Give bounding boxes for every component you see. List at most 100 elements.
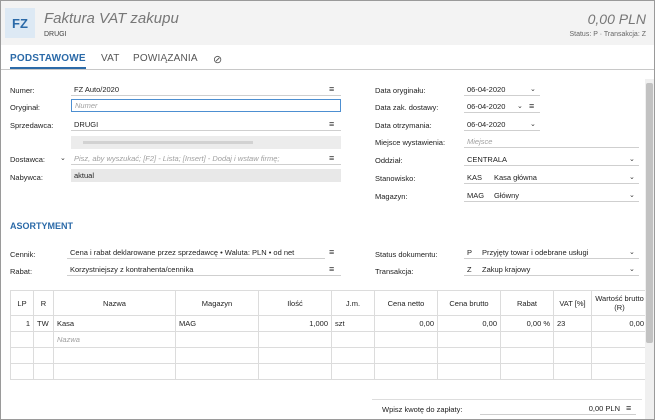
stanowisko-code: KAS <box>467 173 483 182</box>
cell-magazyn[interactable]: MAG <box>175 315 259 332</box>
oddzial-select[interactable]: CENTRALA <box>464 153 639 166</box>
col-header[interactable]: LP <box>10 290 34 316</box>
tab-podstawowe[interactable]: PODSTAWOWE <box>10 53 86 69</box>
chevron-down-icon[interactable]: ⌄ <box>517 100 523 113</box>
menu-icon[interactable]: ≡ <box>329 263 334 276</box>
menu-icon[interactable]: ≡ <box>329 83 334 96</box>
cennik-label: Cennik: <box>10 250 36 259</box>
cell-rabat[interactable]: 0,00 % <box>500 315 554 332</box>
table-row <box>10 363 648 380</box>
col-header[interactable]: Cena brutto <box>437 290 501 316</box>
menu-icon[interactable]: ≡ <box>329 152 334 165</box>
stanowisko-select[interactable]: KAS Kasa główna <box>464 171 639 184</box>
col-header[interactable]: Ilość <box>258 290 332 316</box>
menu-icon[interactable]: ≡ <box>329 246 334 259</box>
status-label: Status dokumentu: <box>375 250 438 259</box>
data-oryginalu-label: Data oryginału: <box>375 86 426 95</box>
oryginal-label: Oryginał: <box>10 103 41 112</box>
chevron-down-icon[interactable]: ⌄ <box>60 152 66 165</box>
data-otrz-label: Data otrzymania: <box>375 121 432 130</box>
rabat-field[interactable]: Korzystniejszy z kontrahenta/cennika <box>67 263 341 276</box>
magazyn-name: Główny <box>494 191 520 200</box>
stanowisko-label: Stanowisko: <box>375 174 416 183</box>
sprzedawca-label: Sprzedawca: <box>10 121 54 130</box>
dostawca-label: Dostawca: <box>10 155 46 164</box>
cell-jm[interactable]: szt <box>331 315 375 332</box>
chevron-down-icon[interactable]: ⌄ <box>629 189 635 202</box>
numer-label: Numer: <box>10 86 35 95</box>
miejsce-input[interactable]: Miejsce <box>464 135 639 148</box>
table-row[interactable]: 1 TW Kasa MAG 1,000 szt 0,00 0,00 0,00 %… <box>10 315 648 332</box>
oddzial-label: Oddział: <box>375 156 403 165</box>
oryginal-input[interactable]: Numer <box>71 99 341 112</box>
pay-amount-input[interactable]: 0,00 PLN <box>480 402 636 415</box>
magazyn-code: MAG <box>467 191 485 200</box>
items-table: LP R Nazwa Magazyn Ilość J.m. Cena netto… <box>10 290 648 380</box>
col-header[interactable]: R <box>33 290 54 316</box>
chevron-down-icon[interactable]: ⌄ <box>530 118 536 131</box>
invoice-window: FZ Faktura VAT zakupu DRUGI 0,00 PLN Sta… <box>0 0 655 420</box>
rabat-label: Rabat: <box>10 267 33 276</box>
data-zak-label: Data zak. dostawy: <box>375 103 439 112</box>
transakcja-name: Zakup krajowy <box>482 265 531 274</box>
magazyn-label: Magazyn: <box>375 192 408 201</box>
table-row <box>10 347 648 364</box>
cell-vat[interactable]: 23 <box>553 315 592 332</box>
paperclip-icon[interactable]: ⊘ <box>213 53 222 66</box>
cell-cena-netto[interactable]: 0,00 <box>374 315 438 332</box>
payment-bar: Wpisz kwotę do zapłaty: 0,00 PLN ≡ <box>372 399 642 417</box>
redacted-address <box>83 141 253 144</box>
document-type-logo: FZ <box>5 8 35 38</box>
table-header-row: LP R Nazwa Magazyn Ilość J.m. Cena netto… <box>10 290 648 316</box>
col-header[interactable]: Magazyn <box>175 290 259 316</box>
data-oryginalu-field[interactable]: 06-04-2020 <box>464 83 540 96</box>
tab-bar: PODSTAWOWE VAT POWIĄZANIA ⊘ <box>1 49 654 70</box>
tab-powiazania[interactable]: POWIĄZANIA <box>133 53 198 64</box>
data-otrz-field[interactable]: 06-04-2020 <box>464 118 540 131</box>
chevron-down-icon[interactable]: ⌄ <box>629 246 635 259</box>
col-header[interactable]: VAT [%] <box>553 290 592 316</box>
status-code: P <box>467 248 473 257</box>
cell-nazwa[interactable]: Kasa <box>53 315 176 332</box>
sprzedawca-field[interactable]: DRUGI <box>71 118 341 131</box>
status-line: Status: P · Transakcja: Z <box>569 31 646 38</box>
cennik-field[interactable]: Cena i rabat deklarowane przez sprzedawc… <box>67 246 325 259</box>
header: FZ Faktura VAT zakupu DRUGI 0,00 PLN Sta… <box>1 1 654 45</box>
chevron-down-icon[interactable]: ⌄ <box>629 263 635 276</box>
col-header[interactable]: Nazwa <box>53 290 176 316</box>
status-select[interactable]: P Przyjęty towar i odebrane usługi <box>464 246 639 259</box>
pay-label: Wpisz kwotę do zapłaty: <box>382 405 463 414</box>
cell-lp[interactable]: 1 <box>10 315 34 332</box>
transakcja-select[interactable]: Z Zakup krajowy <box>464 263 639 276</box>
col-header[interactable]: Wartość brutto (R) <box>591 290 648 316</box>
total-amount: 0,00 PLN <box>587 11 646 27</box>
tab-vat[interactable]: VAT <box>101 53 120 64</box>
nabywca-label: Nabywca: <box>10 173 43 182</box>
col-header[interactable]: Cena netto <box>374 290 438 316</box>
col-header[interactable]: J.m. <box>331 290 375 316</box>
chevron-down-icon[interactable]: ⌄ <box>530 83 536 96</box>
page-subtitle: DRUGI <box>44 31 67 38</box>
new-row-nazwa-input[interactable]: Nazwa <box>53 331 176 348</box>
seller-address-box <box>71 136 341 149</box>
chevron-down-icon[interactable]: ⌄ <box>629 171 635 184</box>
menu-icon[interactable]: ≡ <box>329 118 334 131</box>
magazyn-select[interactable]: MAG Główny <box>464 189 639 202</box>
cell-ilosc[interactable]: 1,000 <box>258 315 332 332</box>
cell-wartosc[interactable]: 0,00 <box>591 315 648 332</box>
cell-cena-brutto[interactable]: 0,00 <box>437 315 501 332</box>
menu-icon[interactable]: ≡ <box>626 402 631 415</box>
stanowisko-name: Kasa główna <box>494 173 537 182</box>
chevron-down-icon[interactable]: ⌄ <box>629 153 635 166</box>
numer-field[interactable]: FZ Auto/2020 <box>71 83 341 96</box>
menu-icon[interactable]: ≡ <box>529 100 534 113</box>
status-name: Przyjęty towar i odebrane usługi <box>482 248 589 257</box>
cell-r[interactable]: TW <box>33 315 54 332</box>
transakcja-label: Transakcja: <box>375 267 414 276</box>
scrollbar-thumb[interactable] <box>646 83 653 343</box>
dostawca-input[interactable]: Pisz, aby wyszukać; [F2] - Lista; [Inser… <box>71 152 341 165</box>
page-title: Faktura VAT zakupu <box>44 10 179 27</box>
col-header[interactable]: Rabat <box>500 290 554 316</box>
transakcja-code: Z <box>467 265 472 274</box>
table-new-row[interactable]: Nazwa <box>10 331 648 348</box>
